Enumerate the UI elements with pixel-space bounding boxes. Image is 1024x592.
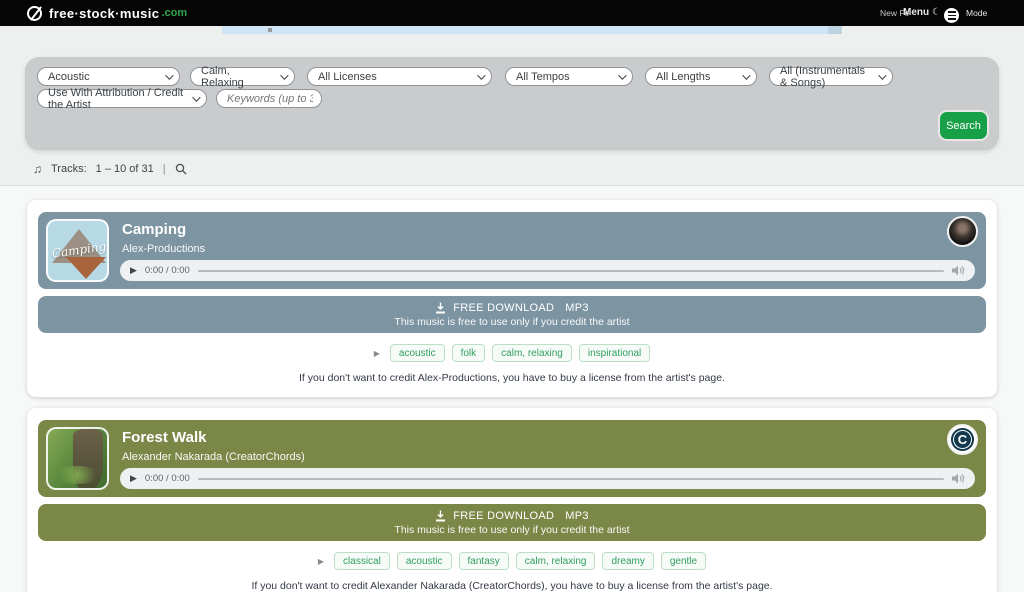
seek-bar[interactable] [198,478,944,480]
logo-tld: .com [161,7,187,19]
license-select[interactable]: All Licenses [307,67,492,86]
license-note: If you don't want to credit Alex-Product… [27,372,997,384]
logo-icon [27,6,42,21]
attribution-select-value: Use With Attribution / Credit the Artist [48,87,186,111]
tag[interactable]: fantasy [459,552,509,570]
tag[interactable]: gentle [661,552,706,570]
seek-bar[interactable] [198,270,944,272]
moss-art [54,466,100,484]
mountain-art-2 [66,257,106,279]
tag[interactable]: calm, relaxing [516,552,596,570]
audio-player[interactable]: ▶ 0:00 / 0:00 [120,260,975,281]
notification-dot [268,28,272,32]
track-artist[interactable]: Alex-Productions [122,243,205,255]
track-card: Forest Walk Alexander Nakarada (CreatorC… [27,408,997,592]
chevron-down-icon [618,71,626,79]
tags-expand-icon[interactable]: ▶ [318,557,324,566]
track-header: Forest Walk Alexander Nakarada (CreatorC… [38,420,986,497]
tag[interactable]: calm, relaxing [492,344,572,362]
tempo-select[interactable]: All Tempos [505,67,633,86]
track-title: Camping [122,221,186,238]
player-time: 0:00 / 0:00 [145,265,190,276]
download-label: FREE DOWNLOAD [453,510,554,522]
download-format: MP3 [565,510,589,522]
mode-label[interactable]: Mode [966,8,987,18]
search-icon[interactable] [175,163,187,175]
mood-select-value: Calm, Relaxing [201,65,274,89]
search-button[interactable]: Search [940,112,987,139]
tracks-label: Tracks: [51,163,87,175]
track-header: Camping Camping Alex-Productions ▶ 0:00 … [38,212,986,289]
chevron-down-icon [477,71,485,79]
tag[interactable]: dreamy [602,552,653,570]
track-thumbnail[interactable] [46,427,109,490]
download-icon [435,302,446,314]
logo-text: free·stock·music [49,6,159,21]
play-icon[interactable]: ▶ [130,266,137,275]
free-download-button[interactable]: FREE DOWNLOAD MP3 This music is free to … [38,504,986,541]
page: free·stock·music .com New Fe Menu ☾ Mode… [0,0,1024,592]
tag[interactable]: classical [334,552,390,570]
type-select[interactable]: All (Instrumentals & Songs) [769,67,893,86]
track-artist[interactable]: Alexander Nakarada (CreatorChords) [122,451,305,463]
download-label: FREE DOWNLOAD [453,302,554,314]
separator: | [163,163,166,175]
chevron-down-icon [192,93,200,101]
menu-button[interactable]: Menu [903,7,929,18]
download-format: MP3 [565,302,589,314]
free-download-button[interactable]: FREE DOWNLOAD MP3 This music is free to … [38,296,986,333]
chevron-down-icon [165,71,173,79]
chevron-down-icon [742,71,750,79]
notification-bar-end [828,26,842,34]
tag[interactable]: acoustic [390,344,445,362]
tags-expand-icon[interactable]: ▶ [374,349,380,358]
music-note-icon: ♫ [33,162,42,176]
keywords-input[interactable] [227,93,313,105]
genre-select[interactable]: Acoustic [37,67,180,86]
tag[interactable]: inspirational [579,344,650,362]
site-logo[interactable]: free·stock·music .com [27,6,187,21]
tracks-bar: ♫ Tracks: 1 – 10 of 31 | [33,162,187,176]
tempo-select-value: All Tempos [516,71,570,83]
track-list: Camping Camping Alex-Productions ▶ 0:00 … [0,186,1024,592]
tracks-range: 1 – 10 of 31 [96,163,154,175]
track-card: Camping Camping Alex-Productions ▶ 0:00 … [27,200,997,397]
download-subtext: This music is free to use only if you cr… [394,316,629,328]
filter-panel: Acoustic Calm, Relaxing All Licenses All… [25,57,999,150]
artist-avatar[interactable] [947,216,978,247]
artist-avatar[interactable]: C [947,424,978,455]
tags-row: ▶ acoustic folk calm, relaxing inspirati… [27,344,997,362]
audio-player[interactable]: ▶ 0:00 / 0:00 [120,468,975,489]
track-title: Forest Walk [122,429,206,446]
tag[interactable]: acoustic [397,552,452,570]
attribution-select[interactable]: Use With Attribution / Credit the Artist [37,89,207,108]
mood-select[interactable]: Calm, Relaxing [190,67,295,86]
notification-bar [222,26,842,34]
volume-icon[interactable] [952,473,965,484]
play-icon[interactable]: ▶ [130,474,137,483]
track-thumbnail[interactable]: Camping [46,219,109,282]
length-select[interactable]: All Lengths [645,67,757,86]
keywords-field-wrap [216,89,322,108]
length-select-value: All Lengths [656,71,710,83]
type-select-value: All (Instrumentals & Songs) [780,65,872,89]
hamburger-circle-icon[interactable] [944,8,959,23]
download-subtext: This music is free to use only if you cr… [394,524,629,536]
genre-select-value: Acoustic [48,71,90,83]
chevron-down-icon [878,71,886,79]
top-header: free·stock·music .com New Fe Menu ☾ Mode [0,0,1024,26]
tags-row: ▶ classical acoustic fantasy calm, relax… [27,552,997,570]
download-icon [435,510,446,522]
volume-icon[interactable] [952,265,965,276]
license-select-value: All Licenses [318,71,377,83]
chevron-down-icon [280,71,288,79]
creatorchords-logo: C [951,428,974,451]
header-right: New Fe Menu ☾ Mode [880,0,1010,26]
dark-mode-moon-icon[interactable]: ☾ [932,7,941,18]
license-note: If you don't want to credit Alexander Na… [27,580,997,592]
player-time: 0:00 / 0:00 [145,473,190,484]
tag[interactable]: folk [452,344,486,362]
